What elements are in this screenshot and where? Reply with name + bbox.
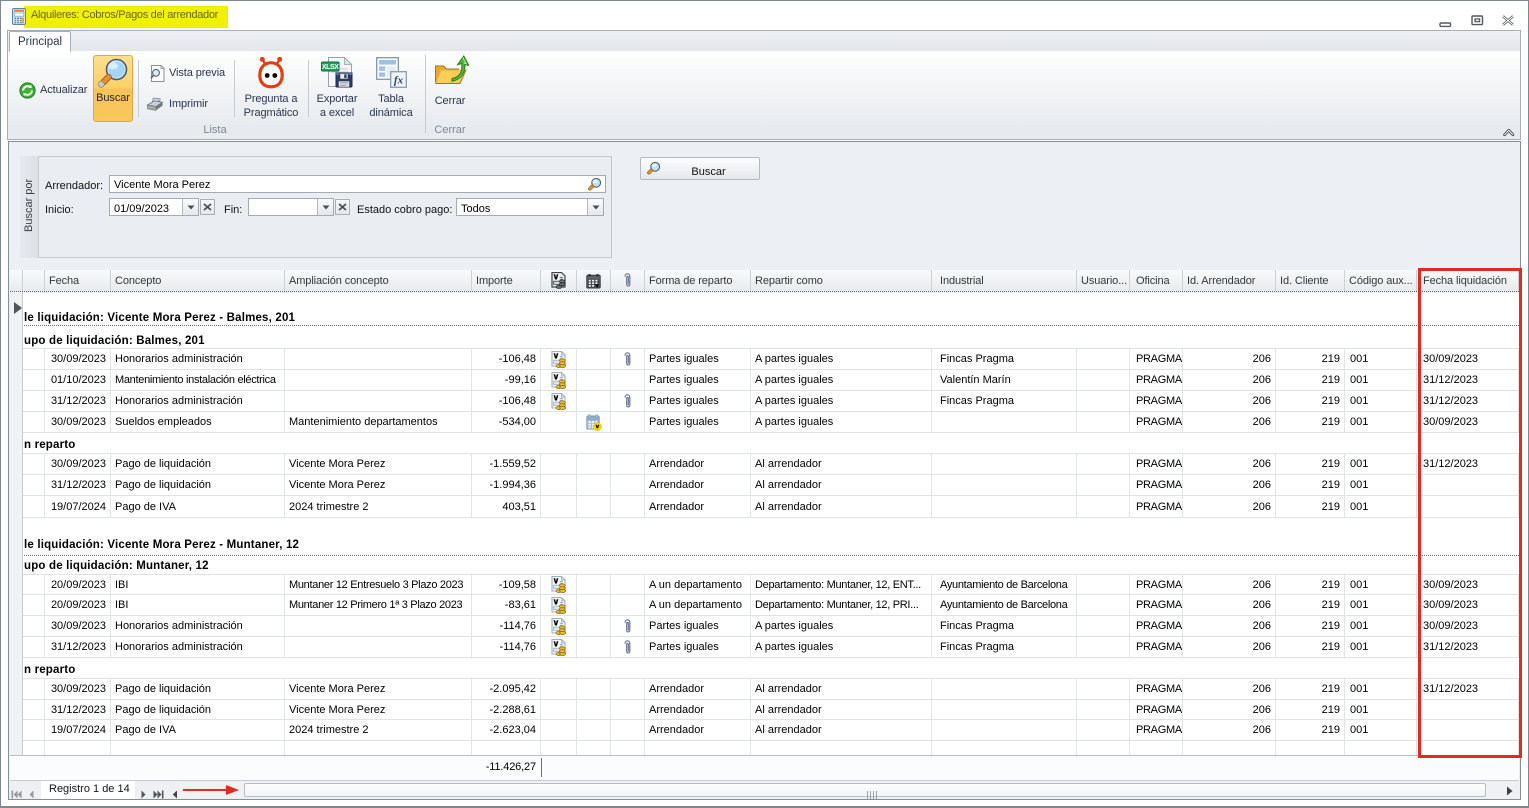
svg-text:fx: fx — [394, 75, 404, 87]
svg-text:XLSX: XLSX — [322, 64, 339, 71]
